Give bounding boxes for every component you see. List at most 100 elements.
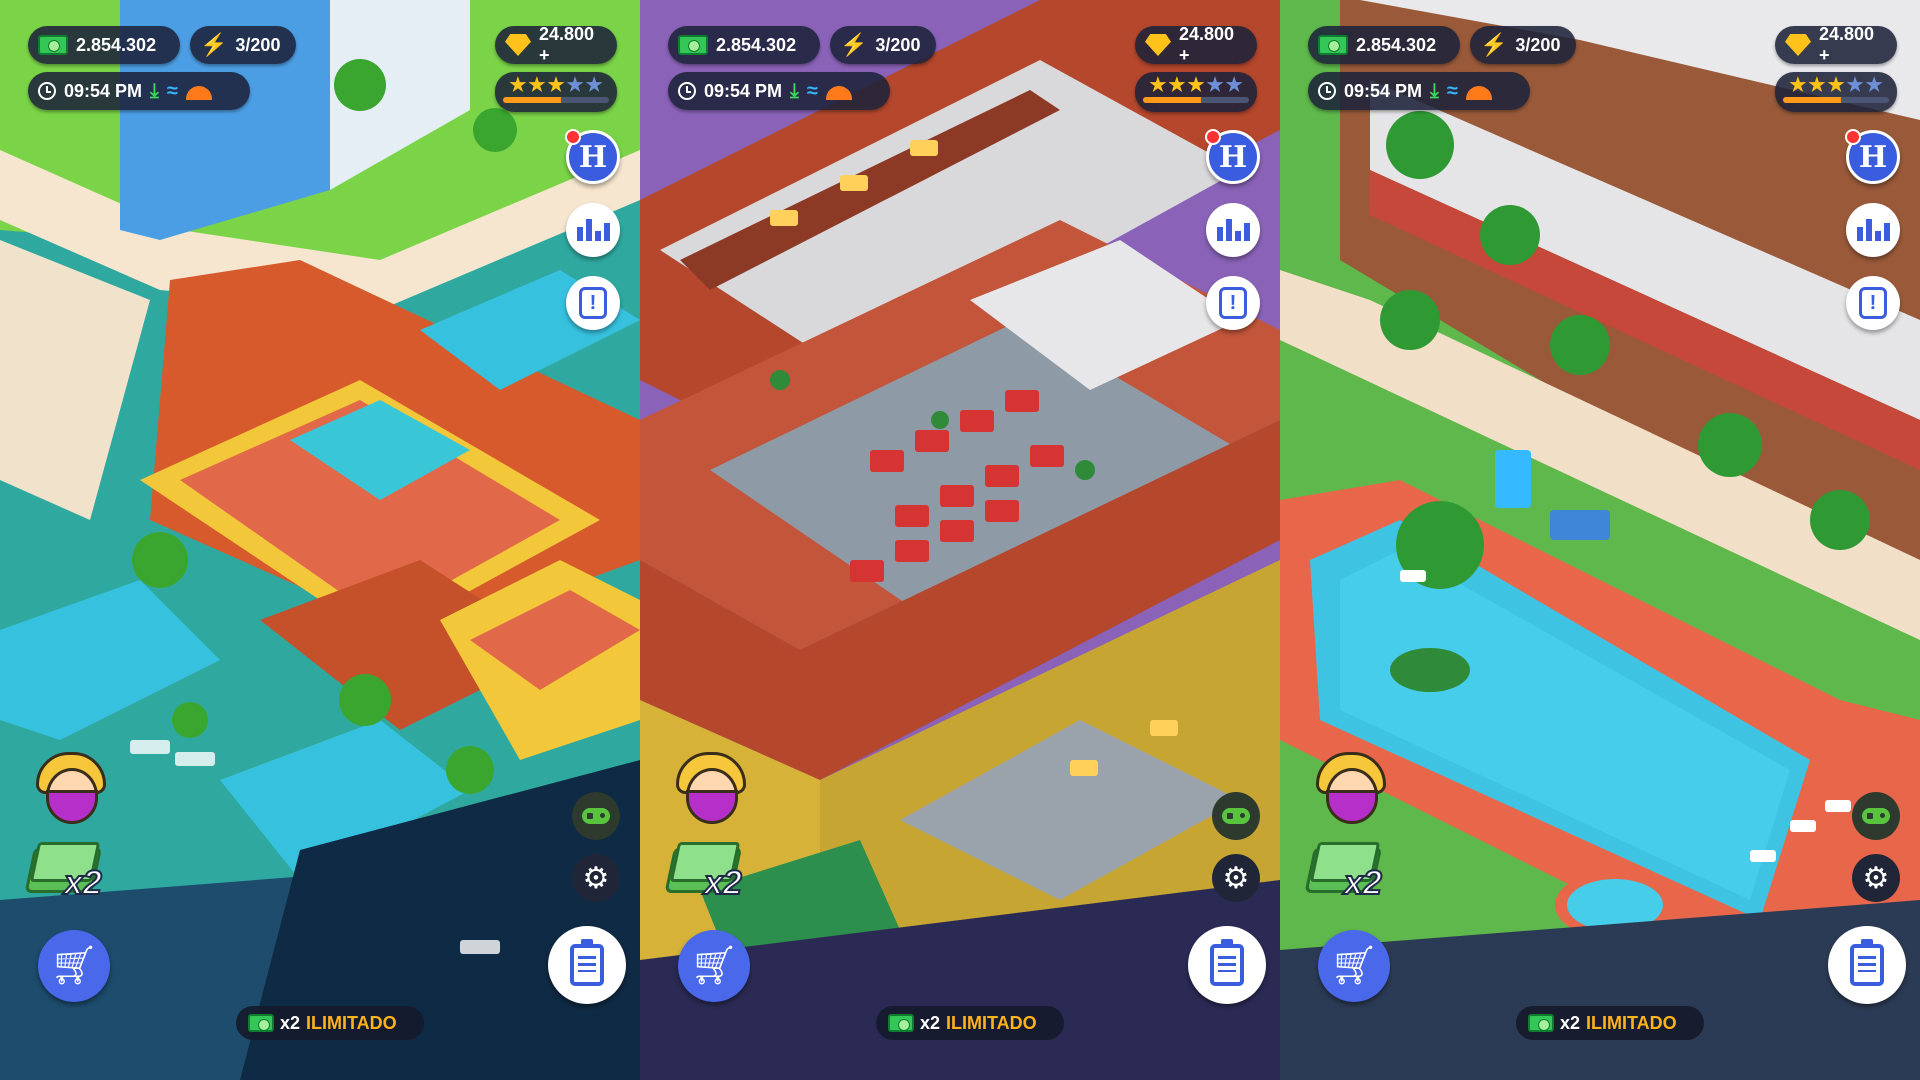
star-icon: ★	[1187, 75, 1205, 96]
lightning-icon: ⚡	[840, 32, 868, 57]
notification-dot	[1845, 129, 1861, 145]
gem-icon	[505, 34, 531, 56]
tasks-button[interactable]	[1188, 926, 1266, 1004]
cash-counter: 2.854.302	[1308, 26, 1460, 64]
gamepad-icon	[582, 808, 610, 824]
notification-dot	[1205, 129, 1221, 145]
unlimited-x2-offer[interactable]: x2 ILIMITADO	[876, 1006, 1064, 1040]
tasks-button[interactable]	[1828, 926, 1906, 1004]
exclamation-icon: !	[1219, 287, 1247, 319]
settings-button[interactable]: ⚙	[1852, 854, 1900, 902]
unlimited-x2-offer[interactable]: x2 ILIMITADO	[236, 1006, 424, 1040]
cash-icon	[888, 1014, 914, 1032]
tasks-button[interactable]	[548, 926, 626, 1004]
manager-button[interactable]	[32, 752, 110, 832]
shop-button[interactable]: 🛒︎	[38, 930, 110, 1002]
star-icon: ★	[1225, 75, 1243, 96]
gear-icon: ⚙	[1222, 861, 1250, 895]
shop-button[interactable]: 🛒︎	[1318, 930, 1390, 1002]
minigame-button[interactable]	[1212, 792, 1260, 840]
stats-button[interactable]	[566, 203, 620, 257]
time-status: 09:54 PM ⤓ ≈	[28, 72, 250, 110]
boost-x2-button[interactable]: x2	[28, 836, 118, 906]
stats-button[interactable]	[1206, 203, 1260, 257]
sunset-icon	[1465, 86, 1492, 100]
promo-text: ILIMITADO	[1586, 1012, 1677, 1033]
cash-value: 2.854.302	[716, 34, 797, 55]
rating-progress-bar	[503, 97, 609, 103]
settings-button[interactable]: ⚙	[572, 854, 620, 902]
clock-icon	[38, 82, 56, 100]
gem-icon	[1785, 34, 1811, 56]
unlimited-x2-offer[interactable]: x2 ILIMITADO	[1516, 1006, 1704, 1040]
hotel-label: H	[1858, 139, 1888, 175]
rating-progress-fill	[1783, 97, 1842, 103]
shop-button[interactable]: 🛒︎	[678, 930, 750, 1002]
time-status: 09:54 PM ⤓ ≈	[1308, 72, 1530, 110]
lightning-icon: ⚡	[1480, 32, 1508, 57]
gem-counter[interactable]: 24.800 +	[495, 24, 617, 65]
alerts-button[interactable]: !	[1846, 276, 1900, 330]
gamepad-icon	[1862, 808, 1890, 824]
manager-button[interactable]	[1312, 752, 1390, 832]
star-icon: ★	[547, 75, 565, 96]
boost-x2-button[interactable]: x2	[668, 836, 758, 906]
sunset-icon	[185, 86, 212, 100]
minigame-button[interactable]	[572, 792, 620, 840]
cash-icon	[1318, 35, 1348, 55]
shopping-cart-icon: 🛒︎	[1329, 945, 1379, 987]
swimmer-icon: ≈	[1446, 79, 1458, 102]
hotel-button[interactable]: H	[1845, 129, 1900, 184]
gem-counter[interactable]: 24.800 +	[1135, 24, 1257, 65]
gem-counter[interactable]: 24.800 +	[1775, 24, 1897, 65]
hotel-rating[interactable]: ★ ★ ★ ★ ★	[1775, 72, 1897, 112]
energy-value: 3/200	[875, 34, 921, 55]
hotel-label: H	[578, 139, 608, 175]
bar-chart-icon	[1216, 219, 1250, 241]
notification-dot	[565, 129, 581, 145]
download-icon: ⤓	[1430, 79, 1439, 102]
star-icon: ★	[509, 75, 527, 96]
screenshot-panel-3: 2.854.302 ⚡ 3/200 09:54 PM ⤓ ≈ 24.800 + …	[1280, 0, 1920, 1080]
boost-x2-button[interactable]: x2	[1308, 836, 1398, 906]
settings-button[interactable]: ⚙	[1212, 854, 1260, 902]
rating-stars: ★ ★ ★ ★ ★	[1149, 76, 1242, 95]
hotel-button[interactable]: H	[565, 129, 620, 184]
outdoor-pool-scene	[1280, 0, 1920, 1080]
star-icon: ★	[1808, 75, 1826, 96]
clock-icon	[678, 82, 696, 100]
stats-button[interactable]	[1846, 203, 1900, 257]
rating-stars: ★ ★ ★ ★ ★	[1789, 76, 1882, 95]
cash-value: 2.854.302	[1356, 34, 1437, 55]
clipboard-icon	[1850, 939, 1884, 986]
alerts-button[interactable]: !	[566, 276, 620, 330]
hotel-button[interactable]: H	[1205, 129, 1260, 184]
rating-progress-bar	[1143, 97, 1249, 103]
swimmer-icon: ≈	[806, 79, 818, 102]
star-icon: ★	[1168, 75, 1186, 96]
energy-counter: ⚡ 3/200	[1470, 26, 1576, 64]
hotel-rating[interactable]: ★ ★ ★ ★ ★	[1135, 72, 1257, 112]
manager-button[interactable]	[672, 752, 750, 832]
promo-multiplier: x2	[920, 1012, 941, 1033]
hotel-rating[interactable]: ★ ★ ★ ★ ★	[495, 72, 617, 112]
lightning-icon: ⚡	[200, 32, 228, 57]
exclamation-icon: !	[579, 287, 607, 319]
shopping-cart-icon: 🛒︎	[49, 945, 99, 987]
energy-counter: ⚡ 3/200	[830, 26, 936, 64]
restaurant-rooms-scene	[640, 0, 1280, 1080]
cash-icon	[1528, 1014, 1554, 1032]
star-icon: ★	[1846, 75, 1864, 96]
shopping-cart-icon: 🛒︎	[689, 945, 739, 987]
alerts-button[interactable]: !	[1206, 276, 1260, 330]
star-icon: ★	[585, 75, 603, 96]
star-icon: ★	[1789, 75, 1807, 96]
gear-icon: ⚙	[1862, 861, 1890, 895]
gamepad-icon	[1222, 808, 1250, 824]
gear-icon: ⚙	[582, 861, 610, 895]
minigame-button[interactable]	[1852, 792, 1900, 840]
gem-value: 24.800 +	[1179, 24, 1235, 65]
rating-stars: ★ ★ ★ ★ ★	[509, 76, 602, 95]
sunset-icon	[825, 86, 852, 100]
star-icon: ★	[566, 75, 584, 96]
